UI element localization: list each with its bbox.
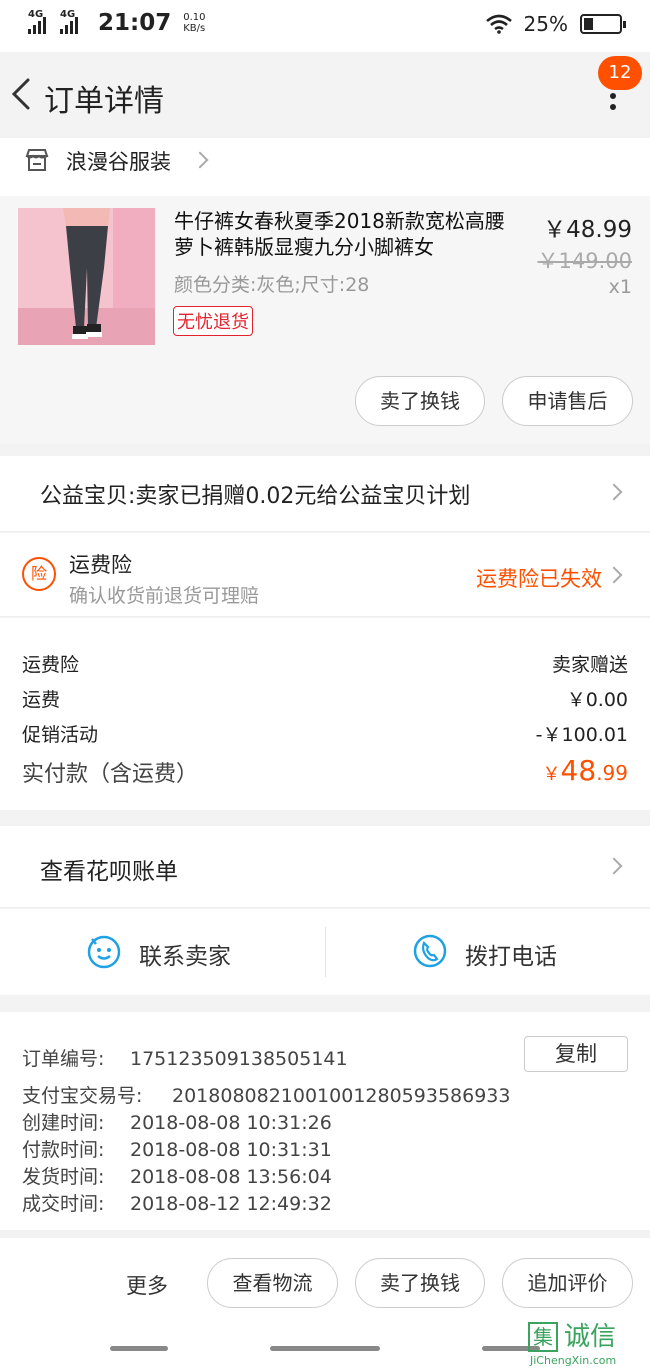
product-spec: 颜色分类:灰色;尺寸:28 — [174, 274, 370, 296]
signal-icon-2: 4G — [60, 9, 86, 34]
after-sale-button[interactable]: 申请售后 — [502, 376, 633, 426]
phone-icon — [413, 934, 447, 968]
message-badge[interactable]: 12 — [598, 56, 642, 90]
paid-label: 付款时间: — [22, 1139, 105, 1161]
product-price: ￥48.99 — [543, 217, 632, 243]
battery-percent: 25% — [523, 12, 568, 36]
return-tag: 无忧退货 — [173, 306, 253, 336]
chevron-right-icon — [191, 151, 209, 169]
clock: 21:07 — [98, 10, 172, 36]
wifi-icon — [485, 14, 512, 34]
closed-label: 成交时间: — [22, 1193, 105, 1215]
fee-value: -￥100.01 — [535, 724, 628, 746]
contact-seller-label: 联系卖家 — [139, 944, 231, 970]
created-time: 2018-08-08 10:31:26 — [130, 1112, 332, 1134]
total-integer: 48 — [560, 754, 597, 787]
signal-icon-1: 4G — [28, 9, 54, 34]
fee-row: 运费险 卖家赠送 — [22, 650, 628, 677]
alipay-label: 支付宝交易号: — [22, 1085, 143, 1107]
fee-row: 促销活动 -￥100.01 — [22, 720, 628, 747]
call-phone-button[interactable]: 拨打电话 — [326, 909, 650, 995]
insurance-icon: 险 — [22, 557, 56, 591]
alipay-number: 2018080821001001280593586933 — [172, 1085, 511, 1107]
more-button[interactable]: 更多 — [126, 1270, 168, 1300]
insurance-status: 运费险已失效 — [476, 567, 602, 591]
created-row: 创建时间: 2018-08-08 10:31:26 — [22, 1108, 332, 1135]
shop-icon — [25, 149, 49, 171]
nav-gesture-bar — [270, 1346, 380, 1351]
watermark-logo: 集 诚信 JiChengXin.com — [528, 1322, 646, 1372]
sell-exchange-button[interactable]: 卖了换钱 — [355, 376, 485, 426]
insurance-subtitle: 确认收货前退货可理赔 — [69, 585, 260, 607]
chevron-right-icon — [605, 483, 623, 501]
chevron-right-icon — [605, 566, 623, 584]
closed-time: 2018-08-12 12:49:32 — [130, 1193, 332, 1215]
currency-symbol: ￥ — [542, 764, 561, 785]
net-speed: 0.10 KB/s — [183, 12, 205, 34]
battery-icon — [580, 14, 626, 34]
sell-exchange-button-bottom[interactable]: 卖了换钱 — [355, 1258, 485, 1308]
shipped-label: 发货时间: — [22, 1166, 105, 1188]
shop-row[interactable]: 浪漫谷服装 — [0, 138, 650, 196]
total-decimal: .99 — [596, 761, 628, 785]
order-number-row: 订单编号: 175123509138505141 — [22, 1044, 348, 1071]
fee-value: ￥0.00 — [566, 689, 628, 711]
fee-label: 运费 — [22, 689, 61, 711]
order-number-label: 订单编号: — [22, 1048, 105, 1070]
alipay-row: 支付宝交易号: 2018080821001001280593586933 — [22, 1081, 510, 1108]
created-label: 创建时间: — [22, 1112, 105, 1134]
total-amount: ￥48.99 — [543, 754, 628, 787]
product-card: 牛仔裤女春秋夏季2018新款宽松高腰萝卜裤韩版显瘦九分小脚裤女 颜色分类:灰色;… — [0, 196, 650, 444]
shipping-insurance-row[interactable]: 险 运费险 确认收货前退货可理赔 运费险已失效 — [0, 533, 650, 617]
fee-label: 运费险 — [22, 654, 80, 676]
product-title[interactable]: 牛仔裤女春秋夏季2018新款宽松高腰萝卜裤韩版显瘦九分小脚裤女 — [174, 208, 514, 260]
huabei-bill-row[interactable]: 查看花呗账单 — [0, 826, 650, 908]
chevron-right-icon — [605, 857, 623, 875]
add-review-button[interactable]: 追加评价 — [502, 1258, 633, 1308]
status-bar: 4G 4G 21:07 0.10 KB/s 25% — [0, 0, 650, 52]
page-title: 订单详情 — [44, 84, 164, 119]
product-original-price: ￥149.00 — [537, 249, 632, 273]
watermark-cn: 诚信 — [564, 1322, 617, 1352]
watermark-box: 集 — [528, 1322, 558, 1352]
huabei-text: 查看花呗账单 — [40, 859, 178, 885]
copy-button[interactable]: 复制 — [524, 1036, 628, 1072]
net-speed-unit: KB/s — [183, 23, 206, 34]
watermark-en: JiChengXin.com — [530, 1354, 617, 1367]
call-phone-label: 拨打电话 — [465, 944, 557, 970]
shipped-time: 2018-08-08 13:56:04 — [130, 1166, 332, 1188]
nav-bar: 订单详情 12 — [0, 52, 650, 138]
contact-seller-button[interactable]: 联系卖家 — [0, 909, 325, 995]
insurance-title: 运费险 — [69, 553, 132, 577]
fee-row: 运费 ￥0.00 — [22, 685, 628, 712]
view-logistics-button[interactable]: 查看物流 — [207, 1258, 338, 1308]
paid-row: 付款时间: 2018-08-08 10:31:31 — [22, 1135, 332, 1162]
back-arrow-icon[interactable] — [8, 74, 38, 114]
fee-value: 卖家赠送 — [551, 654, 628, 676]
net-speed-value: 0.10 — [183, 12, 206, 23]
shipped-row: 发货时间: 2018-08-08 13:56:04 — [22, 1162, 332, 1189]
charity-row[interactable]: 公益宝贝:卖家已捐赠0.02元给公益宝贝计划 — [0, 456, 650, 532]
fee-label: 促销活动 — [22, 724, 99, 746]
product-image[interactable] — [18, 208, 155, 345]
order-info: 订单编号: 175123509138505141 复制 支付宝交易号: 201808… — [0, 1012, 650, 1230]
charity-text: 公益宝贝:卖家已捐赠0.02元给公益宝贝计划 — [40, 484, 471, 509]
contact-bar: 联系卖家 拨打电话 — [0, 909, 650, 995]
shop-name: 浪漫谷服装 — [66, 150, 171, 174]
order-number: 175123509138505141 — [130, 1048, 348, 1070]
total-label: 实付款（含运费） — [22, 762, 199, 787]
paid-time: 2018-08-08 10:31:31 — [130, 1139, 332, 1161]
chat-icon — [87, 935, 121, 969]
closed-row: 成交时间: 2018-08-12 12:49:32 — [22, 1189, 332, 1216]
product-quantity: x1 — [608, 276, 632, 298]
fee-summary: 运费险 卖家赠送 运费 ￥0.00 促销活动 -￥100.01 实付款（含运费）… — [0, 618, 650, 810]
nav-gesture-bar — [110, 1346, 168, 1351]
